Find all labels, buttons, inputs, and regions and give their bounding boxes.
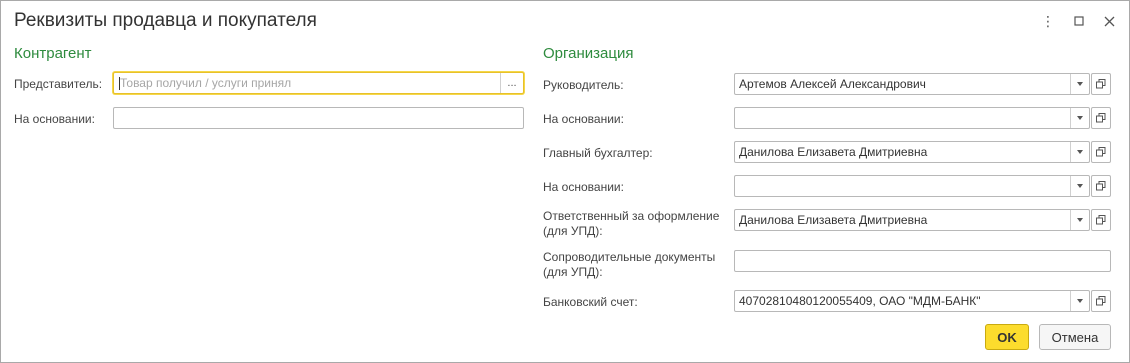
director-label: Руководитель:	[543, 78, 624, 92]
responsible-value: Данилова Елизавета Дмитриевна	[739, 213, 928, 227]
open-chief-accountant-icon[interactable]	[1091, 141, 1111, 163]
chief-accountant-value: Данилова Елизавета Дмитриевна	[739, 145, 928, 159]
accompanying-docs-field[interactable]	[734, 250, 1111, 272]
open-bank-account-icon[interactable]	[1091, 290, 1111, 312]
director-basis-label: На основании:	[543, 112, 624, 126]
open-director-icon[interactable]	[1091, 73, 1111, 95]
chief-accountant-label: Главный бухгалтер:	[543, 146, 653, 160]
dialog-window: Реквизиты продавца и покупателя ⋮ Контра…	[0, 0, 1130, 363]
representative-placeholder: Товар получил / услуги принял	[120, 76, 292, 90]
accompanying-docs-label-line1: Сопроводительные документы	[543, 250, 716, 264]
chevron-down-icon[interactable]	[1070, 210, 1089, 230]
chevron-down-icon[interactable]	[1070, 176, 1089, 196]
representative-label: Представитель:	[14, 77, 103, 91]
open-accountant-basis-icon[interactable]	[1091, 175, 1111, 197]
chief-accountant-field[interactable]: Данилова Елизавета Дмитриевна	[734, 141, 1090, 163]
dialog-title: Реквизиты продавца и покупателя	[14, 10, 317, 31]
bank-account-label: Банковский счет:	[543, 295, 638, 309]
accountant-basis-field[interactable]	[734, 175, 1090, 197]
accompanying-docs-label-line2: (для УПД):	[543, 265, 603, 279]
representative-field[interactable]: Товар получил / услуги принял ...	[113, 72, 524, 94]
bank-account-field[interactable]: 40702810480120055409, ОАО "МДМ-БАНК"	[734, 290, 1090, 312]
responsible-label: Ответственный за оформление (для УПД):	[543, 209, 719, 239]
select-button[interactable]: ...	[500, 73, 523, 93]
close-icon[interactable]	[1099, 11, 1119, 31]
responsible-field[interactable]: Данилова Елизавета Дмитриевна	[734, 209, 1090, 231]
organization-section-title: Организация	[543, 45, 634, 62]
basis-label: На основании:	[14, 112, 95, 126]
chevron-down-icon[interactable]	[1070, 142, 1089, 162]
open-director-basis-icon[interactable]	[1091, 107, 1111, 129]
ok-button[interactable]: OK	[985, 324, 1029, 350]
accompanying-docs-label: Сопроводительные документы (для УПД):	[543, 250, 715, 280]
open-responsible-icon[interactable]	[1091, 209, 1111, 231]
maximize-icon[interactable]	[1069, 11, 1089, 31]
bank-account-value: 40702810480120055409, ОАО "МДМ-БАНК"	[739, 294, 981, 308]
director-field[interactable]: Артемов Алексей Александрович	[734, 73, 1090, 95]
more-options-icon[interactable]: ⋮	[1038, 11, 1058, 31]
counterparty-section-title: Контрагент	[14, 45, 92, 62]
responsible-label-line2: (для УПД):	[543, 224, 603, 238]
responsible-label-line1: Ответственный за оформление	[543, 209, 720, 223]
director-value: Артемов Алексей Александрович	[739, 77, 926, 91]
basis-field[interactable]	[113, 107, 524, 129]
chevron-down-icon[interactable]	[1070, 291, 1089, 311]
chevron-down-icon[interactable]	[1070, 108, 1089, 128]
cancel-button[interactable]: Отмена	[1039, 324, 1111, 350]
director-basis-field[interactable]	[734, 107, 1090, 129]
accountant-basis-label: На основании:	[543, 180, 624, 194]
chevron-down-icon[interactable]	[1070, 74, 1089, 94]
